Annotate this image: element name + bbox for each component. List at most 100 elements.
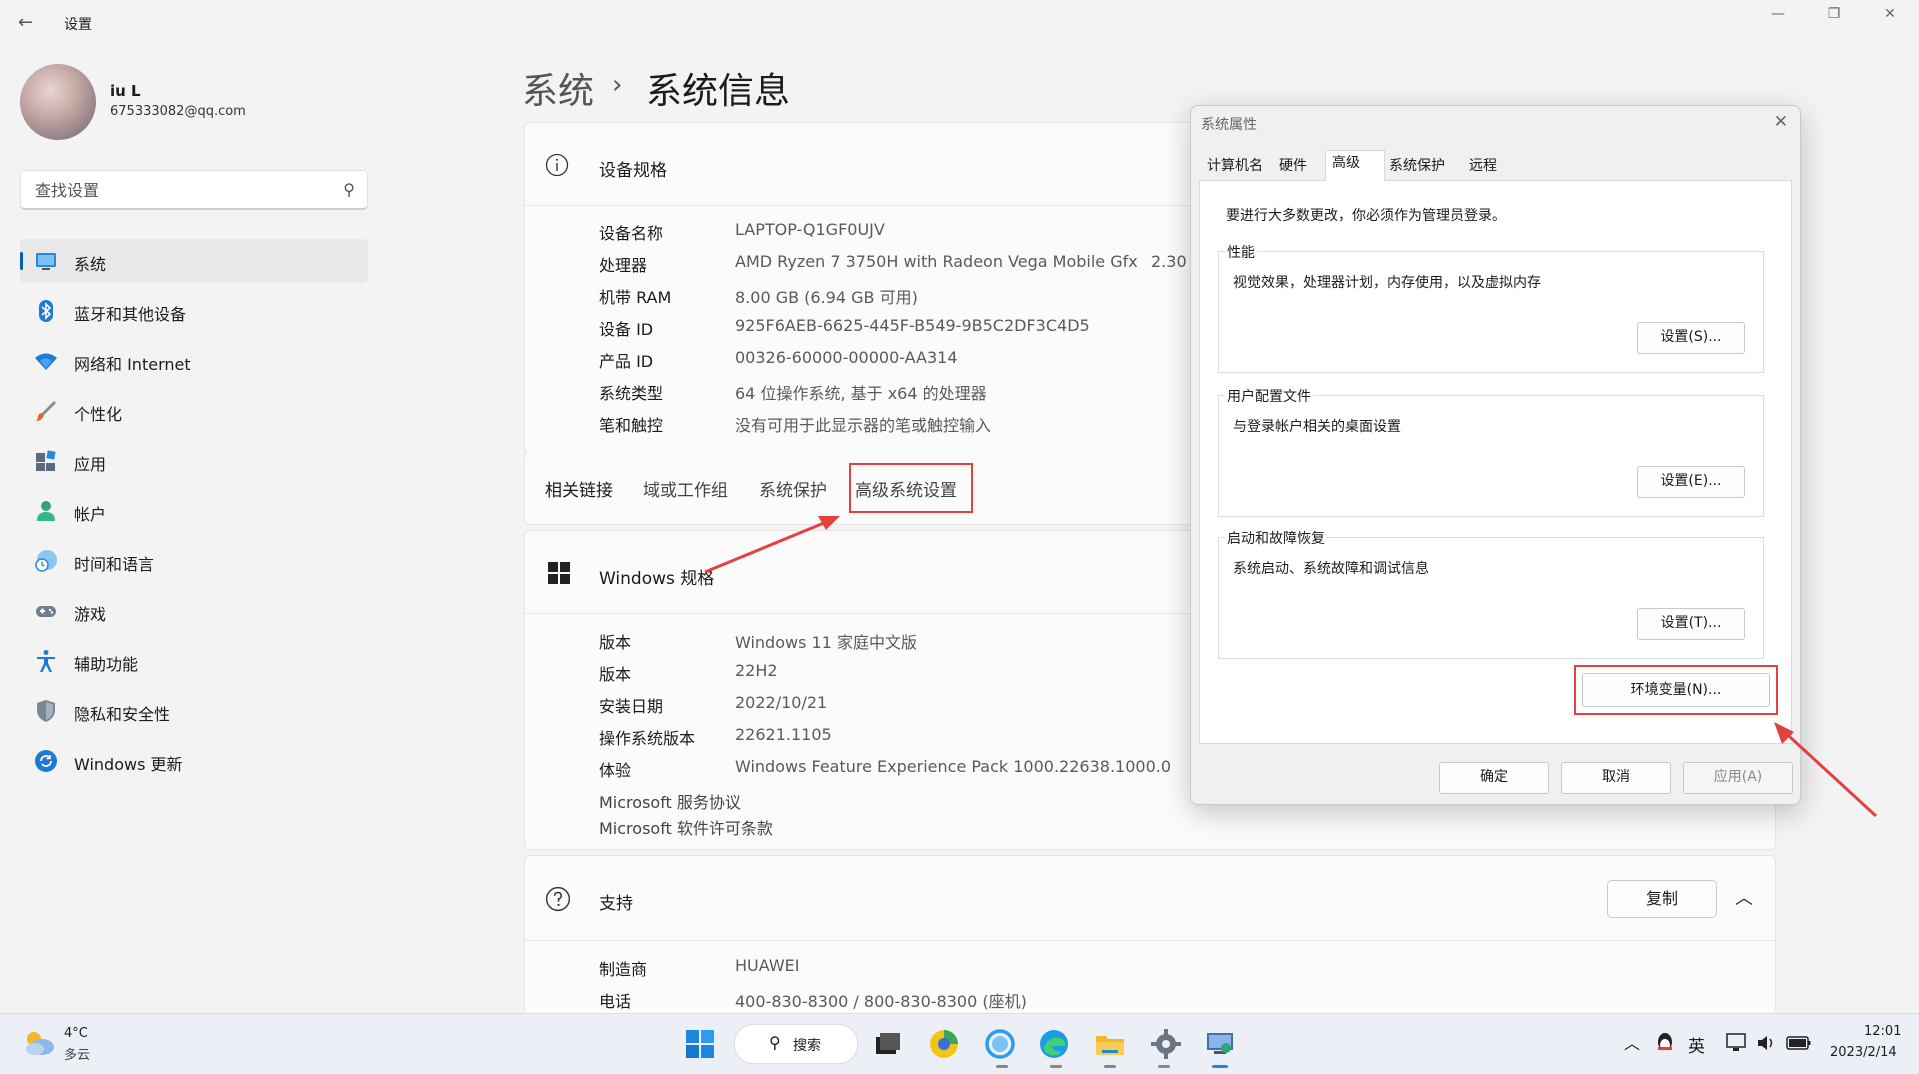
sidebar-item-time-language[interactable]: 时间和语言 [20, 539, 368, 583]
file-explorer-icon[interactable] [1094, 1028, 1126, 1060]
link-domain-workgroup[interactable]: 域或工作组 [643, 476, 728, 501]
restore-icon[interactable]: ❐ [1814, 6, 1854, 28]
spec-value: LAPTOP-Q1GF0UJV [735, 220, 885, 239]
sidebar-item-system[interactable]: 系统 [20, 239, 368, 283]
update-icon [35, 750, 57, 772]
sidebar-item-personalization[interactable]: 个性化 [20, 389, 368, 433]
ok-button[interactable]: 确定 [1439, 762, 1549, 794]
sidebar-item-accessibility[interactable]: 辅助功能 [20, 639, 368, 683]
search-icon: ⚲ [769, 1033, 781, 1052]
system-properties-app-icon[interactable] [1204, 1028, 1236, 1060]
spec-label: 产品 ID [599, 352, 654, 371]
tab-hardware[interactable]: 硬件 [1273, 154, 1313, 178]
running-indicator [996, 1065, 1008, 1068]
group-title: 性能 [1225, 242, 1257, 262]
tray-chevron-icon[interactable]: ︿ [1624, 1030, 1640, 1054]
spec-label: 操作系统版本 [599, 729, 696, 748]
spec-value: 22621.1105 [735, 725, 832, 744]
breadcrumb-parent[interactable]: 系统 [522, 62, 594, 114]
back-arrow-icon[interactable]: ← [18, 12, 40, 34]
search-icon[interactable]: ⚲ [343, 180, 355, 199]
help-icon [545, 886, 571, 912]
app-browser-icon[interactable] [928, 1028, 960, 1060]
spec-value: HUAWEI [735, 956, 800, 975]
spec-value: Windows 11 家庭中文版 [735, 633, 917, 652]
sidebar-item-apps[interactable]: 应用 [20, 439, 368, 483]
user-profiles-settings-button[interactable]: 设置(E)... [1637, 466, 1745, 498]
battery-icon[interactable] [1786, 1033, 1812, 1053]
group-description: 系统启动、系统故障和调试信息 [1233, 561, 1429, 577]
qq-browser-icon[interactable] [984, 1028, 1016, 1060]
performance-settings-button[interactable]: 设置(S)... [1637, 322, 1745, 354]
spec-value: AMD Ryzen 7 3750H with Radeon Vega Mobil… [735, 252, 1138, 271]
search-input[interactable] [33, 180, 327, 201]
spec-value: Windows Feature Experience Pack 1000.226… [735, 757, 1172, 776]
environment-variables-button[interactable]: 环境变量(N)... [1582, 673, 1770, 707]
taskbar-search[interactable]: ⚲ 搜索 [734, 1024, 858, 1064]
dialog-close-icon[interactable]: ✕ [1774, 112, 1788, 132]
link-ms-service-agreement[interactable]: Microsoft 服务协议 [599, 789, 741, 813]
startup-recovery-settings-button[interactable]: 设置(T)... [1637, 608, 1745, 640]
info-icon [545, 153, 569, 177]
input-method-indicator[interactable]: 英 [1688, 1032, 1705, 1057]
close-window-icon[interactable]: ✕ [1870, 6, 1910, 28]
spec-label: 笔和触控 [599, 416, 664, 435]
apply-button[interactable]: 应用(A) [1683, 762, 1793, 794]
sidebar-item-bluetooth[interactable]: 蓝牙和其他设备 [20, 289, 368, 333]
qq-tray-icon[interactable] [1654, 1032, 1676, 1056]
running-indicator [1050, 1065, 1062, 1068]
weather-desc[interactable]: 多云 [64, 1044, 90, 1063]
monitor-icon [36, 253, 56, 270]
page-title: 系统信息 [646, 71, 791, 112]
windows-logo-icon [548, 562, 570, 584]
settings-gear-icon[interactable] [1150, 1028, 1182, 1060]
tab-remote[interactable]: 远程 [1463, 154, 1503, 178]
clock-date[interactable]: 2023/2/14 [1830, 1045, 1897, 1060]
network-icon[interactable] [1726, 1033, 1748, 1053]
divider [525, 940, 1775, 941]
edge-icon[interactable] [1038, 1028, 1070, 1060]
sidebar-item-label: 隐私和安全性 [74, 705, 171, 724]
sidebar-item-privacy-security[interactable]: 隐私和安全性 [20, 689, 368, 733]
start-icon[interactable] [684, 1028, 716, 1060]
tab-computer-name[interactable]: 计算机名 [1201, 154, 1269, 178]
support-card: 支持 复制 ︿ 制造商 HUAWEI 电话 400-830-8300 / 800… [524, 855, 1776, 1014]
chevron-up-icon[interactable]: ︿ [1735, 884, 1753, 910]
link-system-protection[interactable]: 系统保护 [759, 476, 827, 501]
search-box[interactable]: ⚲ [20, 170, 368, 210]
active-app-indicator [1212, 1065, 1228, 1068]
window-title: 设置 [64, 17, 92, 33]
link-ms-license-terms[interactable]: Microsoft 软件许可条款 [599, 815, 773, 839]
sidebar-item-gaming[interactable]: 游戏 [20, 589, 368, 633]
sidebar-item-network[interactable]: 网络和 Internet [20, 339, 368, 383]
volume-icon[interactable] [1756, 1033, 1778, 1053]
weather-cloud-icon[interactable] [22, 1028, 56, 1058]
group-title: 用户配置文件 [1225, 386, 1313, 406]
system-properties-dialog: 系统属性 ✕ 计算机名 硬件 高级 系统保护 远程 要进行大多数更改，你必须作为… [1190, 105, 1801, 805]
wifi-icon [35, 353, 57, 370]
tab-system-protection[interactable]: 系统保护 [1383, 154, 1451, 178]
admin-note: 要进行大多数更改，你必须作为管理员登录。 [1226, 208, 1506, 224]
minimize-icon[interactable]: — [1758, 6, 1798, 28]
spec-label: 设备名称 [599, 224, 664, 243]
tab-advanced[interactable]: 高级 [1325, 150, 1385, 181]
clock-globe-icon [35, 550, 57, 572]
sidebar-item-label: 个性化 [74, 405, 123, 424]
spec-value: 22H2 [735, 661, 778, 680]
spec-value: 2022/10/21 [735, 693, 828, 712]
task-view-icon[interactable] [872, 1028, 904, 1060]
related-links-title: 相关链接 [545, 481, 613, 501]
user-name: iu L [110, 82, 141, 100]
clock-time[interactable]: 12:01 [1864, 1024, 1901, 1039]
accessibility-icon [37, 650, 55, 672]
weather-temp[interactable]: 4°C [64, 1026, 88, 1041]
sidebar-item-windows-update[interactable]: Windows 更新 [20, 739, 368, 783]
cancel-button[interactable]: 取消 [1561, 762, 1671, 794]
avatar[interactable] [20, 64, 96, 140]
copy-button[interactable]: 复制 [1607, 880, 1717, 918]
running-indicator [1104, 1065, 1116, 1068]
spec-value: 925F6AEB-6625-445F-B549-9B5C2DF3C4D5 [735, 316, 1090, 335]
spec-label: 制造商 [599, 960, 648, 979]
spec-value: 400-830-8300 / 800-830-8300 (座机) [735, 992, 1027, 1011]
sidebar-item-accounts[interactable]: 帐户 [20, 489, 368, 533]
